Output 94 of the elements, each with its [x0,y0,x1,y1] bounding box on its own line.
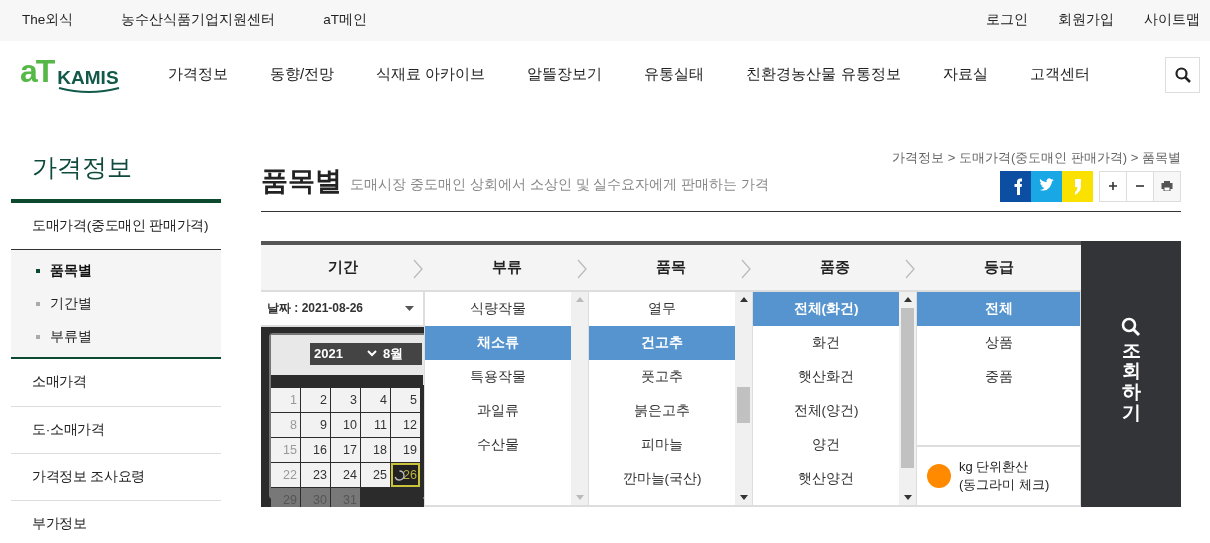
calendar-day[interactable]: 16 [301,437,330,462]
nav-item[interactable]: 고객센터 [1029,63,1090,86]
list-option[interactable]: 상품 [917,325,1080,360]
search-button[interactable] [1165,56,1200,93]
share-button[interactable] [1000,170,1031,202]
calendar-day[interactable]: 3 [331,387,360,412]
list-option[interactable]: 식량작물 [425,291,571,326]
list-option[interactable]: 과일류 [425,393,571,428]
nav-item[interactable]: 친환경농산물 유통정보 [746,63,901,86]
query-button[interactable]: 조회하기 [1081,240,1181,507]
nav-item[interactable]: 알뜰장보기 [527,63,603,86]
list-option[interactable]: 수산물 [425,427,571,462]
list-option[interactable]: 피마늘 [589,427,735,462]
breadcrumb: 가격정보 > 도매가격(중도매인 판매가격) > 품목별 [892,150,1181,165]
list-option[interactable]: 열무 [589,291,735,326]
step-label: 품종 [820,256,850,277]
sidebar-title: 가격정보 [11,132,221,203]
search-icon [1174,66,1191,83]
list-option[interactable]: 전체(양건) [753,393,899,428]
chevron-icon [577,258,587,279]
step-label: 부류 [492,256,522,277]
caret-icon [405,305,414,311]
logo-mark: aT [20,55,54,87]
submenu-item[interactable]: 기간별 [11,287,221,321]
unit-option-label: kg 단위환산 (동그라미 체크) [959,457,1050,494]
list-option[interactable]: 햇산화건 [753,359,899,394]
calendar-day[interactable]: 5 [391,387,420,412]
page-title: 품목별 [261,167,342,195]
year-month-select[interactable]: 2021 8월 [310,342,422,365]
step-label: 기간 [328,256,358,277]
nav-item[interactable]: 자료실 [942,63,988,86]
calendar-day[interactable]: 4 [361,387,390,412]
logo-arc [58,87,120,94]
calendar-day[interactable]: 2 [301,387,330,412]
tool-button[interactable] [1153,170,1181,202]
sidebar-item[interactable]: 소매가격 [11,359,221,407]
calendar-day[interactable]: 19 [391,437,420,462]
list-option[interactable]: 화건 [753,325,899,360]
list-option[interactable]: 깐마늘(국산) [589,461,735,496]
scrollbar[interactable] [735,291,752,505]
nav-item[interactable]: 유통실태 [644,63,705,86]
radio-circle[interactable] [927,463,951,488]
top-link[interactable]: 회원가입 [1058,10,1114,31]
list-option[interactable]: 중품 [917,359,1080,394]
list-option[interactable]: 햇산양건 [753,461,899,496]
up-arrow-icon[interactable] [903,296,912,302]
chevron-icon [413,258,423,279]
calendar-day[interactable]: 18 [361,437,390,462]
print-icon [1161,181,1173,191]
sidebar-item[interactable]: 부가정보 [11,501,221,543]
sidebar-item[interactable]: 도매가격(중도매인 판매가격) [11,203,221,250]
tool-button[interactable] [1099,170,1127,202]
scrollbar[interactable] [899,291,916,505]
list-option[interactable]: 특용작물 [425,359,571,394]
calendar-day[interactable]: 9 [301,412,330,437]
page-subtitle: 도매시장 중도매인 상회에서 소상인 및 실수요자에게 판매하는 가격 [350,174,770,194]
plus-icon [1108,181,1118,191]
scrollbar-thumb[interactable] [901,307,914,468]
spinner-icon [394,469,405,481]
calendar-day[interactable]: 25 [361,462,390,487]
sidebar-item[interactable]: 도·소매가격 [11,406,221,454]
top-link[interactable]: aT메인 [323,10,368,31]
submenu-item[interactable]: 품목별 [11,254,221,288]
calendar-day[interactable]: 24 [331,462,360,487]
scrollbar-thumb[interactable] [737,386,750,423]
logo[interactable]: aT KAMIS [20,55,136,94]
top-link[interactable]: The외식 [22,10,74,31]
top-link[interactable]: 사이트맵 [1144,10,1200,31]
up-arrow-icon[interactable] [739,296,748,302]
calendar-day[interactable]: 17 [331,437,360,462]
nav-item[interactable]: 동향/전망 [270,63,335,86]
nav-item[interactable]: 식재료 아카이브 [376,63,486,86]
list-option[interactable]: 붉은고추 [589,393,735,428]
list-option[interactable]: 양건 [753,427,899,462]
top-link[interactable]: 로그인 [986,10,1028,31]
submenu-item[interactable]: 부류별 [11,320,221,354]
list-option[interactable]: 풋고추 [589,359,735,394]
chevron-icon [741,258,751,279]
calendar-day[interactable]: 10 [331,412,360,437]
sidebar-item[interactable]: 가격정보 조사요령 [11,453,221,501]
down-arrow-icon[interactable] [739,494,748,500]
nav-item[interactable]: 가격정보 [168,63,228,86]
calendar-day[interactable]: 23 [301,462,330,487]
calendar-day[interactable]: 12 [391,412,420,437]
date-select[interactable]: 날짜 : 2021-08-26 [261,291,424,327]
search-icon [1121,316,1141,337]
chevron-icon [905,258,915,279]
step-label: 등급 [984,256,1014,277]
calendar-day[interactable]: 11 [361,412,390,437]
step-label: 품목 [656,256,686,277]
logo-name: KAMIS [57,68,119,87]
chevron-down-icon [366,350,377,357]
down-arrow-icon[interactable] [903,494,912,500]
top-link[interactable]: 농수산식품기업지원센터 [121,10,276,31]
